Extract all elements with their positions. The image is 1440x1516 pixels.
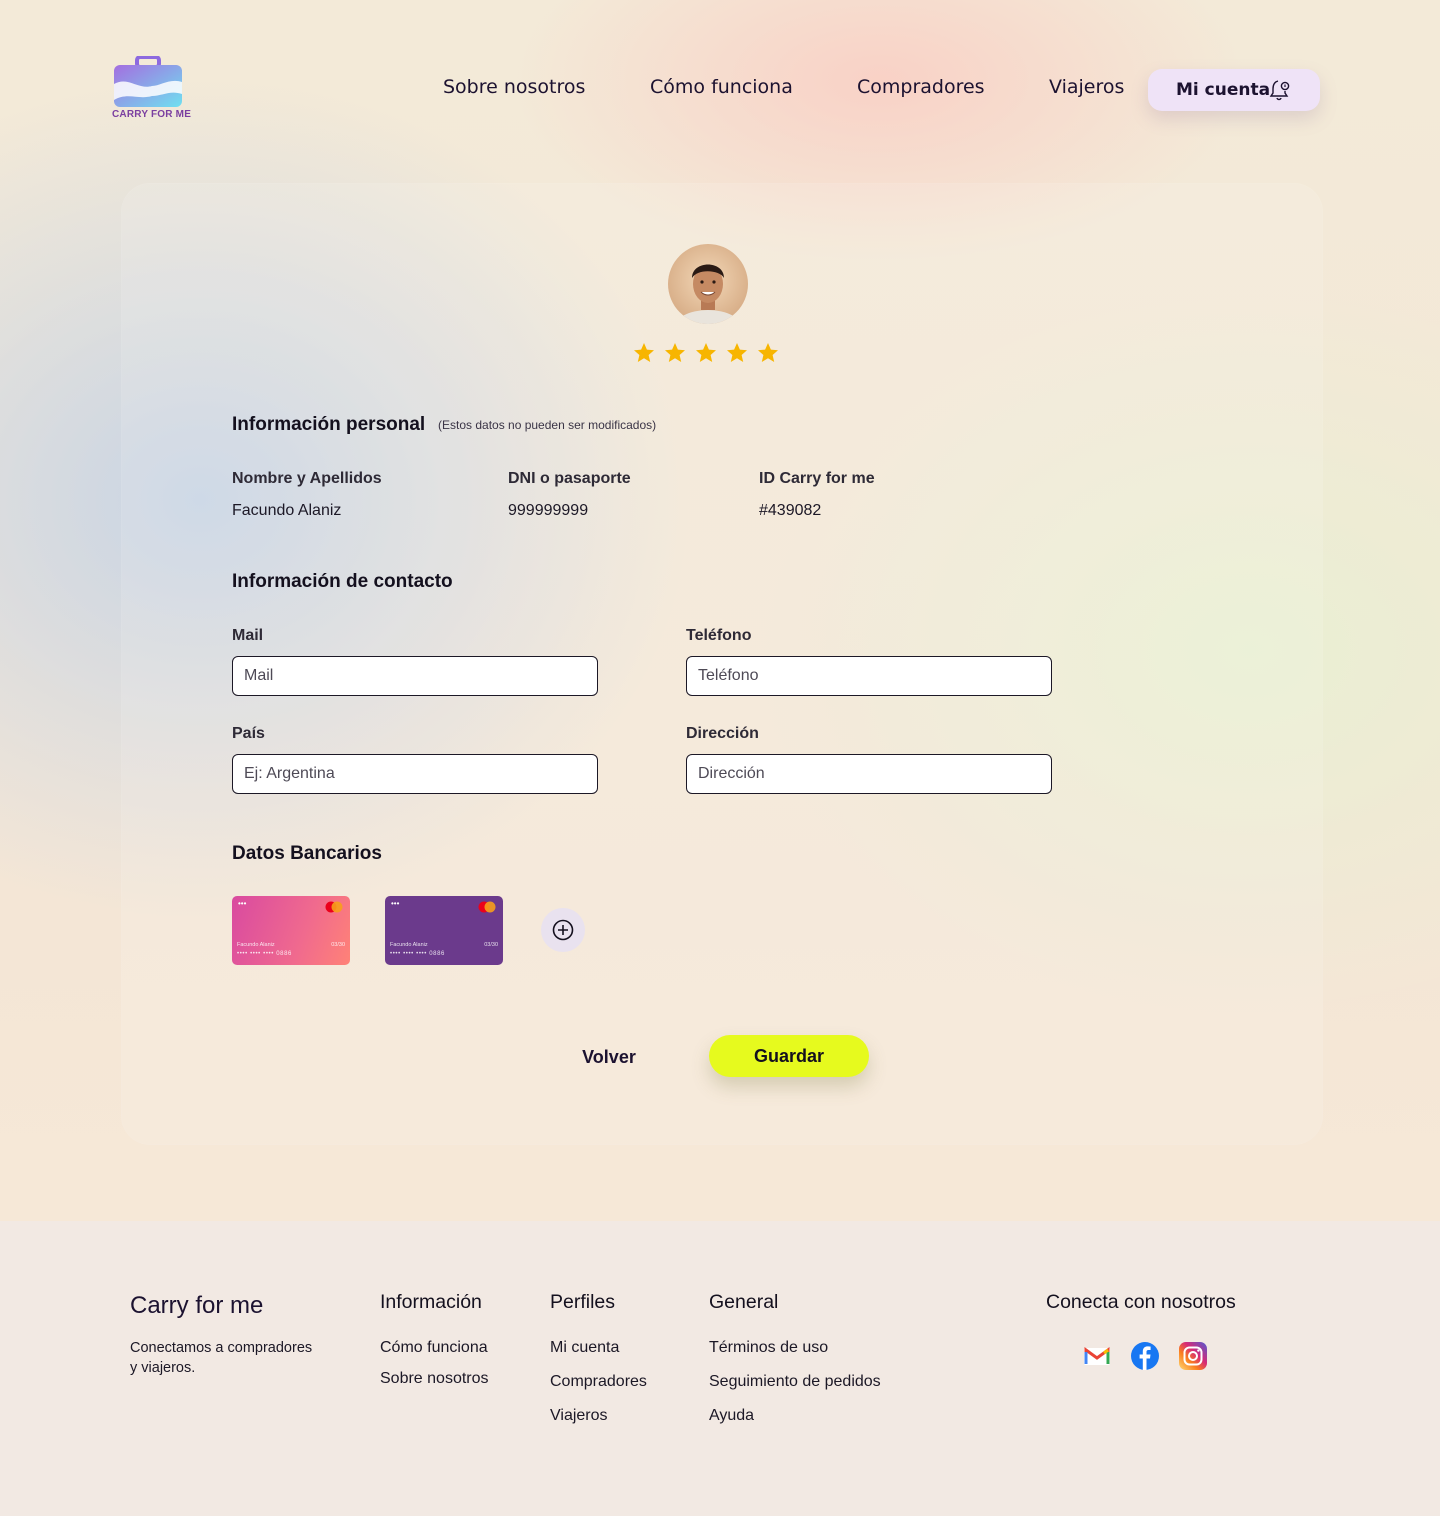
footer-profiles-title: Perfiles: [550, 1291, 616, 1313]
add-card-button[interactable]: [541, 908, 585, 952]
card-expiry: 03/30: [484, 942, 498, 948]
card-expiry: 03/30: [331, 942, 345, 948]
contact-info-title: Información de contacto: [232, 571, 453, 592]
footer-general-title: General: [709, 1291, 779, 1313]
save-button[interactable]: Guardar: [709, 1035, 869, 1077]
footer-info-title: Información: [380, 1291, 482, 1313]
personal-info-title: Información personal: [232, 414, 426, 435]
star-icon: [665, 343, 685, 362]
footer-link-compradores[interactable]: Compradores: [550, 1373, 647, 1391]
nav-viajeros[interactable]: Viajeros: [1049, 76, 1124, 98]
mail-label: Mail: [232, 627, 264, 644]
country-input[interactable]: [232, 754, 598, 794]
mastercard-icon: [325, 901, 343, 913]
plus-circle-icon: [552, 919, 574, 941]
personal-info-note: (Estos datos no pueden ser modificados): [438, 418, 657, 432]
address-input[interactable]: [686, 754, 1052, 794]
gmail-icon[interactable]: [1082, 1341, 1112, 1371]
card-holder: Facundo Alaniz: [237, 942, 275, 948]
card-holder: Facundo Alaniz: [390, 942, 428, 948]
country-label: País: [232, 725, 265, 742]
mail-input[interactable]: [232, 656, 598, 696]
star-icon: [696, 343, 716, 362]
rating-stars: [632, 341, 780, 365]
footer-link-como-funciona[interactable]: Cómo funciona: [380, 1339, 488, 1357]
star-icon: [727, 343, 747, 362]
card-dots: •••: [391, 899, 400, 908]
star-icon: [758, 343, 778, 362]
footer-link-sobre-nosotros[interactable]: Sobre nosotros: [380, 1370, 489, 1388]
avatar[interactable]: [668, 244, 748, 324]
bell-notification-icon: [1269, 80, 1290, 101]
nav-sobre-nosotros[interactable]: Sobre nosotros: [443, 76, 585, 98]
user-photo-icon: [674, 264, 742, 324]
instagram-icon[interactable]: [1178, 1341, 1208, 1371]
footer-connect-title: Conecta con nosotros: [1046, 1291, 1236, 1313]
back-button[interactable]: Volver: [570, 1038, 648, 1076]
mi-cuenta-label: Mi cuenta: [1176, 80, 1271, 100]
address-label: Dirección: [686, 725, 759, 742]
phone-label: Teléfono: [686, 627, 752, 644]
footer-link-viajeros[interactable]: Viajeros: [550, 1407, 608, 1425]
bank-card-2[interactable]: ••• Facundo Alaniz 03/30 •••• •••• •••• …: [385, 896, 503, 965]
bank-card-1[interactable]: ••• Facundo Alaniz 03/30 •••• •••• •••• …: [232, 896, 350, 965]
star-icon: [634, 343, 654, 362]
logo-text: CARRY FOR ME: [112, 109, 192, 120]
dni-value: 999999999: [508, 502, 589, 519]
id-value: #439082: [759, 502, 822, 519]
card-number: •••• •••• •••• 0886: [390, 951, 445, 957]
card-number: •••• •••• •••• 0886: [237, 951, 292, 957]
footer-link-mi-cuenta[interactable]: Mi cuenta: [550, 1339, 619, 1357]
bank-info-title: Datos Bancarios: [232, 843, 382, 864]
nav-como-funciona[interactable]: Cómo funciona: [650, 76, 793, 98]
card-dots: •••: [238, 899, 247, 908]
name-value: Facundo Alaniz: [232, 502, 342, 519]
footer-link-terminos[interactable]: Términos de uso: [709, 1339, 828, 1357]
footer-tagline: Conectamos a compradores y viajeros.: [130, 1340, 313, 1376]
phone-input[interactable]: [686, 656, 1052, 696]
mi-cuenta-button[interactable]: Mi cuenta: [1148, 69, 1320, 111]
id-label: ID Carry for me: [759, 470, 875, 487]
name-label: Nombre y Apellidos: [232, 470, 382, 487]
footer-link-ayuda[interactable]: Ayuda: [709, 1407, 754, 1425]
nav-compradores[interactable]: Compradores: [857, 76, 985, 98]
facebook-icon[interactable]: [1130, 1341, 1160, 1371]
footer-link-seguimiento[interactable]: Seguimiento de pedidos: [709, 1373, 881, 1391]
footer-brand: Carry for me: [130, 1292, 264, 1319]
dni-label: DNI o pasaporte: [508, 470, 631, 487]
mastercard-icon: [478, 901, 496, 913]
